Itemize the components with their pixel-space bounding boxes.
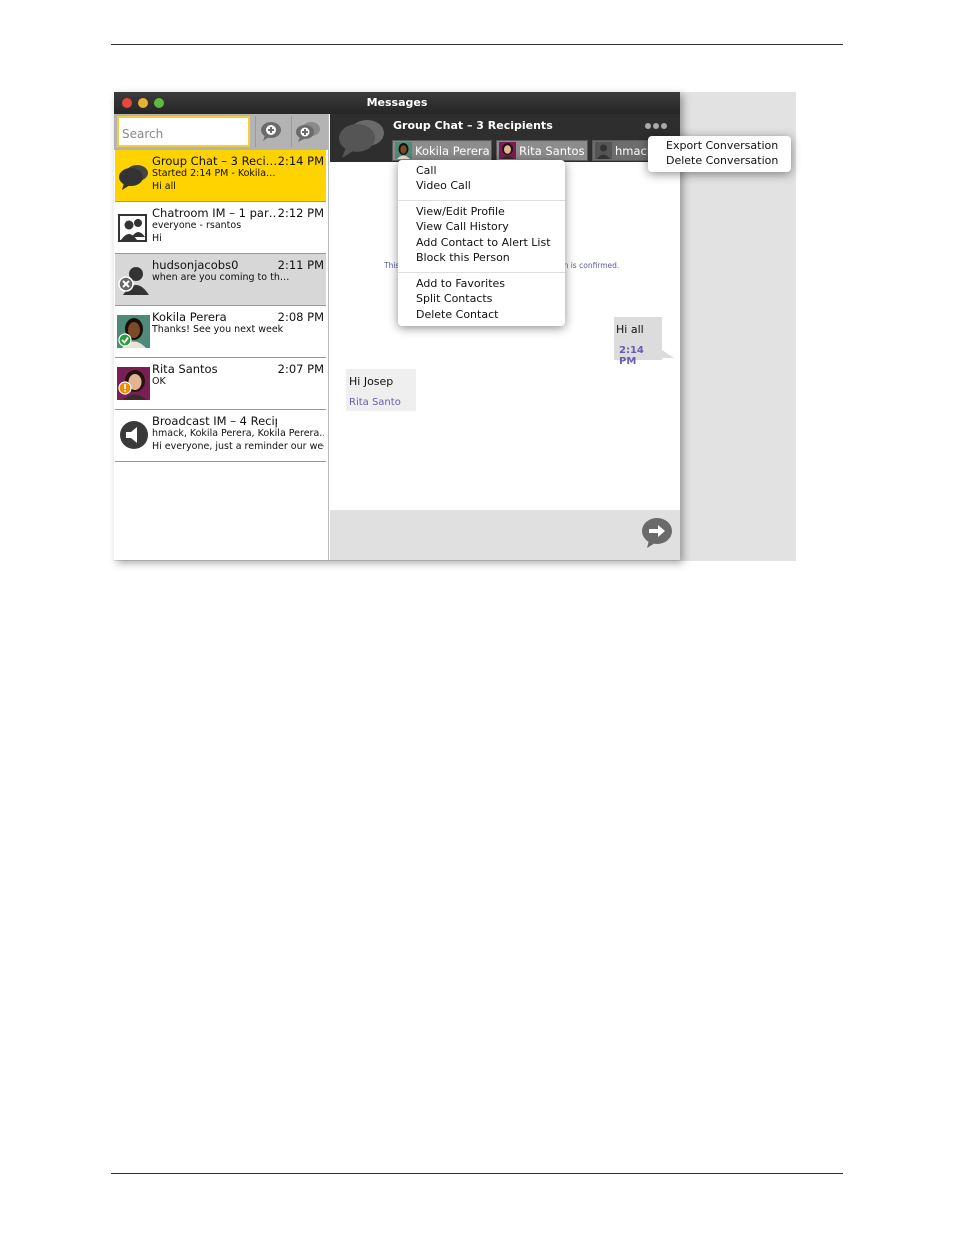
menu-item-call[interactable]: Call	[416, 164, 437, 177]
menu-item-split-contacts[interactable]: Split Contacts	[416, 292, 492, 305]
menu-item-add-to-alert-list[interactable]: Add Contact to Alert List	[416, 236, 551, 249]
menu-separator	[398, 200, 565, 201]
sidebar-toolbar: Search	[114, 114, 328, 150]
header-rule	[111, 44, 843, 45]
conversation-time: 2:08 PM	[277, 310, 324, 324]
recipient-context-menu: Call Video Call View/Edit Profile View C…	[398, 160, 565, 326]
menu-item-delete-contact[interactable]: Delete Contact	[416, 308, 498, 321]
kokila-perera-avatar	[117, 315, 150, 348]
conversation-last-message: Hi everyone, just a reminder our wee…	[152, 441, 324, 452]
outgoing-message-time: 2:14 PM	[619, 345, 644, 367]
menu-item-export-conversation[interactable]: Export Conversation	[666, 139, 778, 152]
conversation-row-broadcast[interactable]: Broadcast IM – 4 Recipients hmack, Kokil…	[115, 410, 326, 462]
new-group-chat-button[interactable]	[291, 116, 324, 147]
conversation-name: Group Chat – 3 Reci…	[152, 154, 277, 168]
menu-item-delete-conversation[interactable]: Delete Conversation	[666, 154, 778, 167]
conversation-name: Chatroom IM – 1 par…	[152, 206, 277, 220]
conversation-last-message: Hi all	[152, 181, 176, 192]
messages-window: Messages Search Group Chat – 3 Reci… 2:1…	[114, 92, 680, 560]
group-chat-bubbles-icon	[117, 159, 150, 192]
rita-santos-tab-avatar	[499, 142, 516, 159]
menu-item-block-person[interactable]: Block this Person	[416, 251, 510, 264]
conversation-time: 2:14 PM	[277, 154, 324, 168]
menu-item-view-edit-profile[interactable]: View/Edit Profile	[416, 205, 505, 218]
minimize-window-button[interactable]	[138, 98, 148, 108]
recipient-tab-rita-santos[interactable]: Rita Santos	[496, 140, 588, 161]
conversation-preview: Thanks! See you next week	[152, 324, 284, 335]
conversation-row-rita-santos[interactable]: Rita Santos 2:07 PM OK	[115, 358, 326, 410]
title-bar: Messages	[114, 92, 680, 114]
conversation-preview: when are you coming to th…	[152, 272, 290, 283]
new-chat-icon	[261, 122, 281, 141]
broadcast-speaker-icon	[117, 419, 150, 452]
chat-title: Group Chat – 3 Recipients	[393, 119, 553, 132]
conversation-time: 2:11 PM	[277, 258, 324, 272]
group-chat-header-icon	[339, 120, 384, 158]
footer-rule	[111, 1173, 843, 1174]
conversation-sidebar: Search Group Chat – 3 Reci… 2:14 PM Star…	[114, 114, 329, 560]
incoming-message-text: Hi Josep	[349, 375, 394, 388]
incoming-message-sender: Rita Santo	[349, 397, 401, 408]
composer-area	[330, 510, 680, 560]
new-chat-button[interactable]	[255, 116, 288, 147]
kokila-perera-tab-avatar	[395, 142, 412, 159]
conversation-preview: hmack, Kokila Perera, Kokila Perera…	[152, 428, 324, 439]
outgoing-message: Hi all 2:14 PM	[614, 317, 662, 367]
new-group-chat-icon	[296, 122, 320, 142]
recipient-tab-kokila-perera[interactable]: Kokila Perera	[392, 140, 492, 161]
conversation-row-hudsonjacobs0[interactable]: hudsonjacobs0 2:11 PM when are you comin…	[115, 254, 326, 306]
conversation-name: hudsonjacobs0	[152, 258, 239, 272]
outgoing-message-text: Hi all	[616, 323, 644, 336]
offline-contact-avatar	[117, 263, 150, 296]
menu-item-add-to-favorites[interactable]: Add to Favorites	[416, 277, 505, 290]
incoming-message: Hi Josep Rita Santo	[346, 369, 416, 411]
conversation-name: Kokila Perera	[152, 310, 227, 324]
conversation-row-chatroom[interactable]: Chatroom IM – 1 par… 2:12 PM everyone - …	[115, 202, 326, 254]
conversation-row-group-chat[interactable]: Group Chat – 3 Reci… 2:14 PM Started 2:1…	[115, 150, 326, 202]
chatroom-people-icon	[117, 211, 150, 244]
conversation-time: 2:12 PM	[277, 206, 324, 220]
menu-item-view-call-history[interactable]: View Call History	[416, 220, 509, 233]
zoom-window-button[interactable]	[154, 98, 164, 108]
rita-santos-avatar	[117, 367, 150, 400]
conversation-name: Rita Santos	[152, 362, 218, 376]
conversation-preview: everyone - rsantos	[152, 220, 242, 231]
conversation-name: Broadcast IM – 4 Recipients	[152, 414, 277, 428]
chat-notice-right: on is confirmed.	[559, 261, 620, 270]
conversation-last-message: Hi	[152, 233, 162, 244]
menu-item-video-call[interactable]: Video Call	[416, 179, 471, 192]
menu-separator	[398, 272, 565, 273]
conversation-row-kokila-perera[interactable]: Kokila Perera 2:08 PM Thanks! See you ne…	[115, 306, 326, 358]
window-title: Messages	[366, 96, 428, 109]
send-arrow-icon[interactable]	[640, 516, 674, 550]
recipient-tab-label: Kokila Perera	[415, 144, 490, 158]
more-dots-icon[interactable]	[644, 122, 668, 130]
conversation-preview: OK	[152, 376, 166, 387]
recipient-tab-label: Rita Santos	[519, 144, 585, 158]
conversation-preview: Started 2:14 PM - Kokila…	[152, 168, 276, 179]
conversation-time: 2:07 PM	[277, 362, 324, 376]
hmack-tab-avatar	[595, 142, 612, 159]
outgoing-bubble-tail	[662, 350, 674, 358]
search-input[interactable]: Search	[117, 116, 250, 147]
close-window-button[interactable]	[122, 98, 132, 108]
chat-header: Group Chat – 3 Recipients Kokila Perera	[330, 114, 680, 162]
conversation-overflow-menu: Export Conversation Delete Conversation	[648, 136, 791, 172]
